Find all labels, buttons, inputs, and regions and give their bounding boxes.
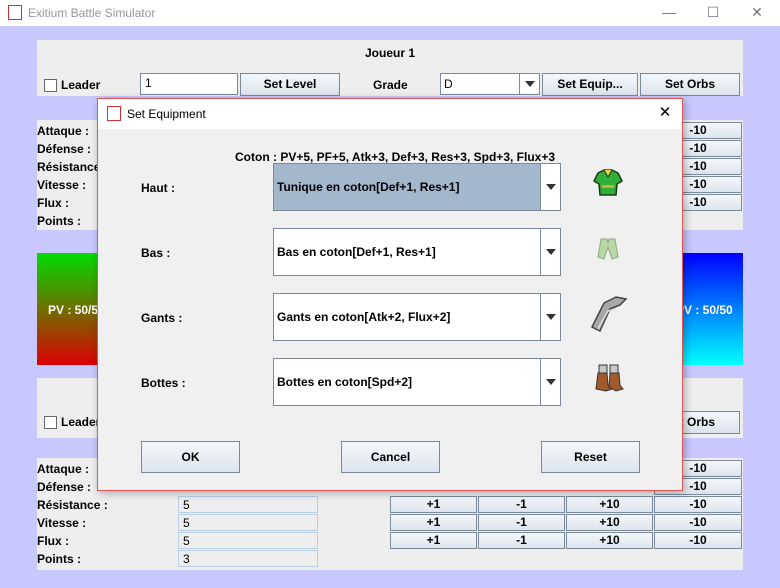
p2-stat-label-speed: Vitesse : <box>37 516 87 530</box>
p2-resistance-minus1-button[interactable]: -1 <box>478 496 565 513</box>
haut-value: Tunique en coton[Def+1, Res+1] <box>277 180 460 194</box>
set-equipment-dialog: Set Equipment ✕ Coton : PV+5, PF+5, Atk+… <box>97 98 683 491</box>
p2-points-value: 3 <box>178 550 318 567</box>
maximize-button[interactable]: ☐ <box>690 0 736 26</box>
stat-label-flux: Flux : <box>37 196 69 210</box>
chevron-down-icon[interactable] <box>540 229 560 275</box>
chevron-down-icon[interactable] <box>540 164 560 210</box>
grade-label: Grade <box>373 78 408 92</box>
p2-speed-plus10-button[interactable]: +10 <box>566 514 653 531</box>
p2-stat-label-points: Points : <box>37 552 81 566</box>
set-orbs-button[interactable]: Set Orbs <box>640 73 740 96</box>
grade-select[interactable]: D <box>440 73 540 95</box>
tunic-icon <box>593 169 623 196</box>
bottes-value: Bottes en coton[Spd+2] <box>277 375 413 389</box>
p2-resistance-minus10-button[interactable]: -10 <box>654 496 742 513</box>
java-app-icon <box>8 5 22 20</box>
haut-select[interactable]: Tunique en coton[Def+1, Res+1] <box>273 163 561 211</box>
player1-leader-checkbox[interactable] <box>44 79 57 92</box>
reset-button[interactable]: Reset <box>541 441 640 473</box>
p2-flux-value: 5 <box>178 532 318 549</box>
p2-resistance-plus10-button[interactable]: +10 <box>566 496 653 513</box>
chevron-down-icon[interactable] <box>540 294 560 340</box>
gants-label: Gants : <box>141 311 183 325</box>
player1-level-input[interactable]: 1 <box>140 73 238 95</box>
p2-stat-label-attack: Attaque : <box>37 462 89 476</box>
p2-flux-plus1-button[interactable]: +1 <box>390 532 477 549</box>
stat-label-points: Points : <box>37 214 81 228</box>
p2-stat-label-resistance: Résistance : <box>37 498 108 512</box>
ok-button[interactable]: OK <box>141 441 240 473</box>
bas-label: Bas : <box>141 246 171 260</box>
gants-value: Gants en coton[Atk+2, Flux+2] <box>277 310 451 324</box>
cancel-button[interactable]: Cancel <box>341 441 440 473</box>
p2-speed-minus1-button[interactable]: -1 <box>478 514 565 531</box>
minimize-button[interactable]: — <box>646 0 692 26</box>
p2-flux-plus10-button[interactable]: +10 <box>566 532 653 549</box>
player1-heading: Joueur 1 <box>365 46 416 60</box>
p2-resistance-plus1-button[interactable]: +1 <box>390 496 477 513</box>
boots-icon <box>595 364 624 392</box>
player1-leader-label: Leader <box>61 78 101 92</box>
stat-label-defense: Défense : <box>37 142 92 156</box>
stat-label-attack: Attaque : <box>37 124 89 138</box>
bottes-select[interactable]: Bottes en coton[Spd+2] <box>273 358 561 406</box>
bas-value: Bas en coton[Def+1, Res+1] <box>277 245 436 259</box>
set-equip-button[interactable]: Set Equip... <box>542 73 638 96</box>
p2-speed-plus1-button[interactable]: +1 <box>390 514 477 531</box>
grade-value: D <box>444 77 453 91</box>
pv-text-left: PV : 50/5 <box>48 303 99 317</box>
haut-label: Haut : <box>141 181 175 195</box>
player2-leader-checkbox[interactable] <box>44 416 57 429</box>
p2-resistance-value: 5 <box>178 496 318 513</box>
set-level-button[interactable]: Set Level <box>240 73 340 96</box>
p2-speed-minus10-button[interactable]: -10 <box>654 514 742 531</box>
bottes-label: Bottes : <box>141 376 186 390</box>
dialog-titlebar: Set Equipment ✕ <box>98 99 682 129</box>
p2-stat-label-defense: Défense : <box>37 480 92 494</box>
stat-label-speed: Vitesse : <box>37 178 87 192</box>
window-title: Exitium Battle Simulator <box>28 6 156 20</box>
java-app-icon <box>107 106 121 121</box>
pants-icon <box>597 238 619 260</box>
window-close-button[interactable]: ✕ <box>734 0 780 26</box>
pv-text-right: PV : 50/50 <box>676 303 733 317</box>
p2-flux-minus10-button[interactable]: -10 <box>654 532 742 549</box>
dialog-close-button[interactable]: ✕ <box>650 103 680 125</box>
p2-speed-value: 5 <box>178 514 318 531</box>
bas-select[interactable]: Bas en coton[Def+1, Res+1] <box>273 228 561 276</box>
dialog-title: Set Equipment <box>127 107 206 121</box>
p2-stat-label-flux: Flux : <box>37 534 69 548</box>
gloves-icon <box>590 296 628 333</box>
set-bonus-text: Coton : PV+5, PF+5, Atk+3, Def+3, Res+3,… <box>235 150 556 164</box>
chevron-down-icon[interactable] <box>519 74 539 94</box>
gants-select[interactable]: Gants en coton[Atk+2, Flux+2] <box>273 293 561 341</box>
p2-flux-minus1-button[interactable]: -1 <box>478 532 565 549</box>
player2-leader-label: Leader <box>61 415 101 429</box>
chevron-down-icon[interactable] <box>540 359 560 405</box>
window-titlebar: Exitium Battle Simulator — ☐ ✕ <box>0 0 780 26</box>
